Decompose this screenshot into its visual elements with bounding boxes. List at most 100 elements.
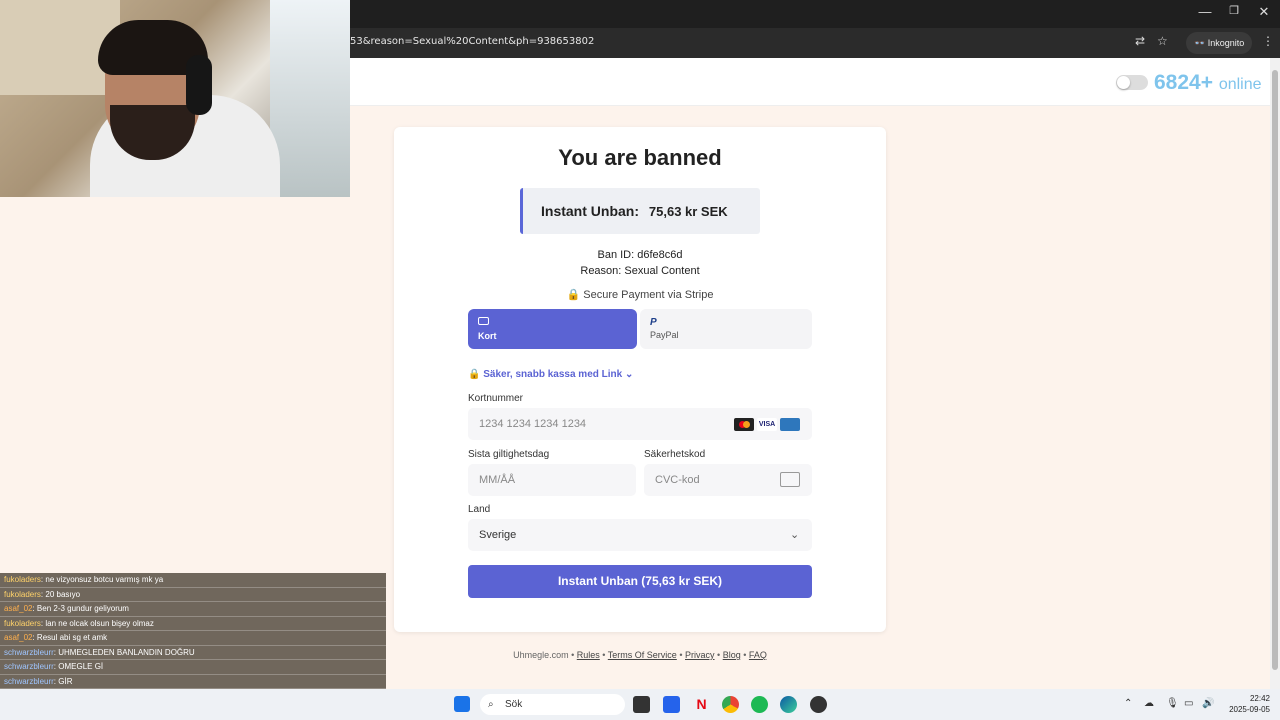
card-number-placeholder: 1234 1234 1234 1234 (479, 418, 587, 430)
online-label: online (1218, 76, 1262, 93)
unban-price-box: Instant Unban: 75,63 kr SEK (520, 188, 760, 234)
network-icon[interactable]: ▭ (1184, 698, 1193, 709)
chat-username: asaf_02 (4, 633, 33, 642)
chat-message: asaf_02: Ben 2-3 gundur geliyorum (0, 602, 386, 617)
minimize-button[interactable]: — (1190, 4, 1220, 19)
windows-start-icon[interactable] (454, 696, 470, 712)
netflix-icon[interactable]: N (693, 696, 710, 713)
edge-icon[interactable] (780, 696, 797, 713)
chevron-up-icon[interactable]: ⌃ (1124, 698, 1132, 709)
chat-username: fukoladers (4, 575, 41, 584)
cvc-card-icon (780, 472, 800, 487)
chat-text: : Resul abi sg et amk (32, 633, 108, 642)
chat-username: asaf_02 (4, 604, 33, 613)
card-icon (478, 317, 489, 325)
lock-icon: 🔒 (468, 369, 481, 380)
cvc-placeholder: CVC-kod (655, 474, 700, 486)
unban-amount: 75,63 kr SEK (648, 204, 728, 219)
clock-time: 22:42 (1249, 694, 1270, 703)
country-label: Land (468, 504, 491, 515)
chevron-down-icon: ⌄ (790, 529, 800, 541)
translate-icon[interactable]: ⇄ (1135, 34, 1145, 48)
footer-sep: • (717, 650, 721, 660)
chat-username: schwarzbleurr (4, 662, 54, 671)
card-number-input[interactable]: 1234 1234 1234 1234 VISA (468, 408, 812, 440)
headphone-icon (186, 55, 212, 115)
unban-label: Instant Unban: (541, 203, 639, 219)
online-counter: 6824+ online (1154, 71, 1262, 95)
chat-message: schwarzbleurr: OMEGLE Gİ (0, 660, 386, 675)
incognito-label: Inkognito (1207, 38, 1245, 48)
expiry-input[interactable]: MM/ÅÅ (468, 464, 636, 496)
country-select[interactable]: Sverige ⌄ (468, 519, 812, 551)
card-number-label: Kortnummer (468, 393, 524, 404)
footer-privacy-link[interactable]: Privacy (685, 650, 715, 660)
chat-text: : 20 basıyo (40, 589, 81, 599)
url-text[interactable]: 53&reason=Sexual%20Content&ph=938653802 (350, 36, 594, 47)
country-value: Sverige (479, 529, 517, 541)
tab-card[interactable]: Kort (468, 309, 637, 349)
chat-username: schwarzbleurr (4, 647, 54, 657)
maximize-button[interactable]: ❐ (1219, 4, 1249, 17)
online-count: 6824+ (1154, 71, 1213, 94)
secure-payment-note: 🔒 Secure Payment via Stripe (566, 289, 714, 301)
task-view-icon[interactable] (633, 696, 650, 713)
theme-toggle[interactable] (1116, 75, 1148, 90)
cloud-icon[interactable]: ☁ (1144, 698, 1154, 709)
taskbar-search[interactable]: ⌕ Sök (480, 694, 625, 715)
store-icon[interactable] (663, 696, 680, 713)
paypal-icon: P (650, 317, 657, 328)
chat-username: fukoladers (4, 589, 41, 599)
ban-id: Ban ID: d6fe8c6d (597, 249, 683, 261)
windows-taskbar: ⌕ Sök N ⌃ ☁ 🎙 ▭ 🔊 22:42 2025-09-05 (0, 689, 1280, 720)
chat-message: asaf_02: Resul abi sg et amk (0, 631, 386, 646)
footer-rules-link[interactable]: Rules (577, 650, 600, 660)
cvc-input[interactable]: CVC-kod (644, 464, 812, 496)
close-button[interactable]: ✕ (1249, 4, 1279, 20)
footer-sep: • (602, 650, 606, 660)
incognito-badge[interactable]: 👓 Inkognito (1186, 32, 1253, 54)
footer-terms-link[interactable]: Terms Of Service (608, 650, 677, 660)
bookmark-star-icon[interactable]: ☆ (1157, 34, 1168, 48)
link-checkout-label: Säker, snabb kassa med Link (483, 369, 623, 380)
volume-icon[interactable]: 🔊 (1202, 698, 1214, 709)
taskbar-search-label: Sök (505, 699, 523, 710)
chat-text: : ne vizyonsuz botcu varmış mk ya (40, 575, 164, 584)
link-checkout-toggle[interactable]: 🔒 Säker, snabb kassa med Link ⌄ (468, 369, 633, 380)
chat-text: : GİR (53, 676, 73, 686)
footer-blog-link[interactable]: Blog (723, 650, 741, 660)
chat-message: fukoladers: 20 basıyo (0, 587, 386, 602)
menu-kebab-icon[interactable]: ⋮ (1262, 34, 1274, 48)
footer-faq-link[interactable]: FAQ (749, 650, 767, 660)
chat-text: : Ben 2-3 gundur geliyorum (32, 604, 129, 613)
ban-reason: Reason: Sexual Content (580, 265, 700, 277)
amex-icon (780, 418, 800, 431)
webcam-window (270, 0, 350, 197)
tab-paypal[interactable]: P PayPal (640, 309, 812, 349)
chat-message: schwarzbleurr: UHMEGLEDEN BANLANDIN DOĞR… (0, 645, 386, 660)
footer-sep: • (743, 650, 747, 660)
clock-date: 2025-09-05 (1229, 705, 1270, 714)
chrome-icon[interactable] (722, 696, 739, 713)
footer-sep: • (679, 650, 683, 660)
ban-card: You are banned Instant Unban: 75,63 kr S… (394, 127, 886, 632)
search-icon: ⌕ (488, 699, 494, 710)
mic-icon[interactable]: 🎙 (1166, 698, 1179, 709)
incognito-icon: 👓 (1194, 38, 1208, 48)
footer-site: Uhmegle.com • (513, 650, 575, 660)
scrollbar-thumb[interactable] (1272, 70, 1278, 670)
chat-text: : OMEGLE Gİ (53, 662, 104, 671)
taskbar-clock[interactable]: 22:42 2025-09-05 (1224, 693, 1270, 715)
chat-text: : UHMEGLEDEN BANLANDIN DOĞRU (53, 647, 195, 657)
chat-text: : lan ne olcak olsun bişey olmaz (40, 618, 154, 628)
chat-message: fukoladers: ne vizyonsuz botcu varmış mk… (0, 573, 386, 588)
cvc-label: Säkerhetskod (644, 449, 706, 460)
spotify-icon[interactable] (751, 696, 768, 713)
webcam-overlay (0, 0, 350, 197)
visa-icon: VISA (757, 418, 777, 431)
expiry-placeholder: MM/ÅÅ (479, 474, 516, 486)
app-icon[interactable] (810, 696, 827, 713)
tab-paypal-label: PayPal (650, 330, 679, 340)
page-scrollbar[interactable] (1270, 58, 1280, 689)
instant-unban-button[interactable]: Instant Unban (75,63 kr SEK) (468, 565, 812, 598)
